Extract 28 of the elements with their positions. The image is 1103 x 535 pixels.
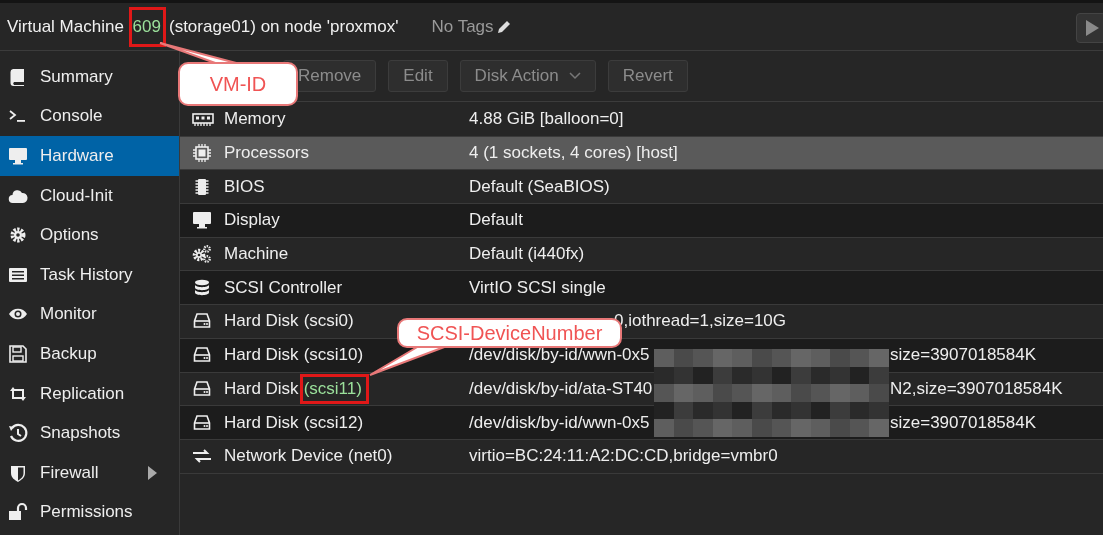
sidebar-item[interactable]: Replication xyxy=(0,373,179,414)
hardware-row[interactable]: Display Default xyxy=(180,204,1103,238)
sidebar-item[interactable]: Summary xyxy=(0,57,179,97)
tags-label: No Tags xyxy=(431,16,494,37)
start-button[interactable] xyxy=(1076,13,1103,43)
sidebar-item[interactable]: Options xyxy=(0,215,179,255)
history-icon xyxy=(8,423,28,444)
cpu-icon xyxy=(192,143,214,164)
padlock-icon xyxy=(8,502,28,523)
expand-arrow-icon[interactable] xyxy=(148,465,157,480)
sidebar-item[interactable]: Permissions xyxy=(0,492,179,533)
sidebar-item[interactable]: Backup xyxy=(0,334,179,374)
hardware-row[interactable]: Processors 4 (1 sockets, 4 cores) [host] xyxy=(180,136,1103,171)
gears-icon xyxy=(192,244,214,265)
floppy-icon xyxy=(8,343,28,364)
sidebar-item[interactable]: Console xyxy=(0,96,179,137)
sidebar-item[interactable]: Snapshots xyxy=(0,413,179,453)
pencil-icon[interactable] xyxy=(495,18,512,35)
sidebar-item[interactable]: Monitor xyxy=(0,294,179,335)
sidebar-item[interactable]: Task History xyxy=(0,254,179,295)
monitor-icon xyxy=(8,146,28,166)
monitor-icon xyxy=(192,210,214,231)
sidebar-item[interactable]: Hardware xyxy=(0,136,179,176)
play-icon xyxy=(1084,19,1100,37)
sidebar-item[interactable]: Firewall xyxy=(0,452,179,493)
vm-id: 609 xyxy=(128,6,166,47)
sidebar-item[interactable]: Cloud-Init xyxy=(0,175,179,216)
hardware-row[interactable]: SCSI Controller VirtIO SCSI single xyxy=(180,271,1103,306)
